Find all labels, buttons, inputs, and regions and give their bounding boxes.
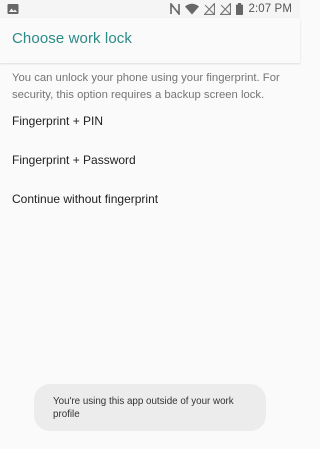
option-continue-without-fingerprint[interactable]: Continue without fingerprint [0, 181, 300, 219]
image-notification-icon [7, 4, 19, 14]
option-label: Continue without fingerprint [12, 192, 159, 206]
toast-text: You're using this app outside of your wo… [53, 396, 234, 420]
status-bar: 2:07 PM [0, 0, 300, 18]
nfc-icon [170, 3, 181, 15]
status-icons: 2:07 PM [170, 2, 292, 16]
page-title: Choose work lock [12, 30, 132, 47]
option-label: Fingerprint + PIN [12, 114, 104, 128]
status-time: 2:07 PM [248, 3, 292, 15]
wifi-icon [185, 3, 200, 15]
battery-icon [236, 3, 244, 15]
signal-2-icon [220, 3, 232, 15]
option-fingerprint-password[interactable]: Fingerprint + Password [0, 142, 300, 180]
app-bar: Choose work lock [0, 18, 300, 63]
signal-icon [204, 3, 216, 15]
toast-message: You're using this app outside of your wo… [34, 384, 266, 431]
option-fingerprint-pin[interactable]: Fingerprint + PIN [0, 103, 300, 141]
option-label: Fingerprint + Password [12, 153, 136, 167]
description-text: You can unlock your phone using your fin… [12, 72, 280, 101]
